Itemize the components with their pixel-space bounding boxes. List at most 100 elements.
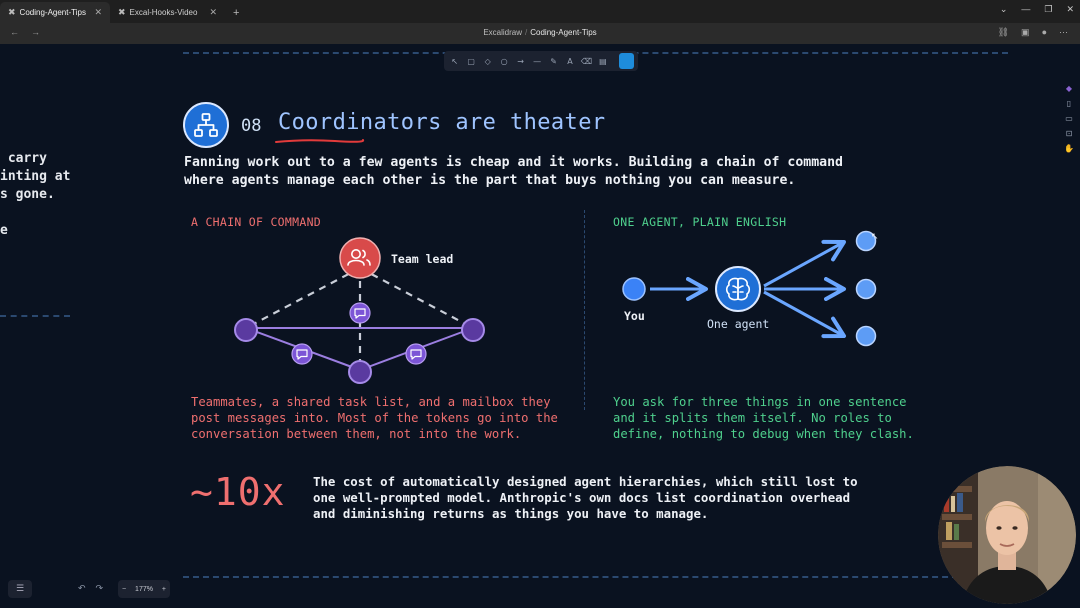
stat-line: one well-prompted model. Anthropic's own… xyxy=(313,490,851,505)
close-tab-icon[interactable]: ✕ xyxy=(209,7,217,18)
frame-tool-icon[interactable]: ▤ xyxy=(596,54,609,68)
zoom-level[interactable]: 177% xyxy=(135,586,153,593)
excalidraw-icon: ✖ xyxy=(118,7,126,17)
stat-line: The cost of automatically designed agent… xyxy=(313,474,858,489)
fragment-line: s gone. xyxy=(0,187,55,202)
selection-tool-icon[interactable]: ↖ xyxy=(448,54,461,68)
zoom-out-button[interactable]: − xyxy=(122,586,126,593)
menu-icon[interactable]: ⋯ xyxy=(1059,27,1068,38)
fragment-line: inting at xyxy=(0,169,71,184)
tab-excal-hooks-video[interactable]: ✖ Excal-Hooks-Video ✕ xyxy=(110,2,225,23)
caption-line: post messages into. Most of the tokens g… xyxy=(191,411,558,425)
section-number: 08 xyxy=(241,116,262,136)
main-menu-button[interactable]: ☰ xyxy=(8,580,32,598)
close-tab-icon[interactable]: ✕ xyxy=(94,7,102,18)
ellipse-tool-icon[interactable]: ○ xyxy=(497,54,510,68)
one-agent-caption: You ask for three things in one sentence… xyxy=(613,394,914,442)
team-lead-label: Team lead xyxy=(391,252,453,266)
chain-caption: Teammates, a shared task list, and a mai… xyxy=(191,394,558,442)
text-tool-icon[interactable]: A xyxy=(563,54,576,68)
cursor-icon: ↖ xyxy=(871,232,879,242)
lead-line: where agents manage each other is the pa… xyxy=(184,173,796,188)
chain-of-command-diagram: Team lead xyxy=(234,237,485,384)
side-panel-tools: ◆ ▯ ▭ ⊡ ✋ xyxy=(1062,84,1076,153)
new-tab-button[interactable]: + xyxy=(225,2,247,23)
diamond-tool-icon[interactable]: ◇ xyxy=(481,54,494,68)
pencil-tool-icon[interactable]: ✎ xyxy=(547,54,560,68)
undo-icon[interactable]: ↶ xyxy=(78,584,86,594)
breadcrumb-separator: / xyxy=(525,28,528,37)
breadcrumb-current: Coding-Agent-Tips xyxy=(530,28,597,37)
minimize-icon[interactable]: — xyxy=(1021,4,1030,15)
tab-title: Coding-Agent-Tips xyxy=(19,8,86,17)
dashed-link xyxy=(245,267,361,329)
one-agent-node-label: One agent xyxy=(707,317,769,331)
address-actions: ⛓ ▣ ● ⋯ xyxy=(998,27,1068,38)
you-label: You xyxy=(624,309,645,323)
offscreen-text-fragment: carry inting at s gone. e xyxy=(0,150,70,240)
caption-line: Teammates, a shared task list, and a mai… xyxy=(191,395,551,409)
lock-icon[interactable]: ⊡ xyxy=(1066,129,1073,138)
book-icon[interactable]: ▭ xyxy=(1065,114,1073,123)
section-lead: Fanning work out to a few agents is chea… xyxy=(184,154,904,190)
message-icon xyxy=(291,343,313,365)
team-lead-node xyxy=(339,237,381,279)
chain-of-command-label: A CHAIN OF COMMAND xyxy=(191,215,322,229)
cost-stat-value: ~10x xyxy=(190,470,286,514)
title-underline xyxy=(275,139,365,143)
restore-icon[interactable]: ❐ xyxy=(1044,4,1052,15)
teammate-node xyxy=(461,318,485,342)
one-agent-diagram: ↖ You One agent xyxy=(622,230,879,347)
arrow-tool-icon[interactable]: → xyxy=(514,54,527,68)
stat-line: and diminishing returns as things you ha… xyxy=(313,506,709,521)
fragment-line: e xyxy=(0,223,8,238)
split-arrow xyxy=(763,290,846,339)
split-arrow xyxy=(763,239,846,288)
frame-left-border xyxy=(0,315,70,317)
fragment-line: carry xyxy=(0,151,47,166)
lead-line: Fanning work out to a few agents is chea… xyxy=(184,155,843,170)
you-node xyxy=(622,277,646,301)
section-title: Coordinators are theater xyxy=(278,110,606,135)
redo-icon[interactable]: ↷ xyxy=(96,584,104,594)
task-node xyxy=(855,325,877,347)
document-icon[interactable]: ▯ xyxy=(1067,99,1071,108)
rectangle-tool-icon[interactable]: ▢ xyxy=(464,54,477,68)
address-bar: ← → Excalidraw / Coding-Agent-Tips ⛓ ▣ ● ⋯ xyxy=(0,23,1080,44)
browser-tab-bar: ✖ Coding-Agent-Tips ✕ ✖ Excal-Hooks-Vide… xyxy=(0,0,1080,23)
hierarchy-icon xyxy=(183,102,229,148)
drawing-toolbar: ↖ ▢ ◇ ○ → — ✎ A ⌫ ▤ xyxy=(444,51,638,71)
link-icon[interactable]: ⛓ xyxy=(998,27,1009,38)
tab-list-icon[interactable]: ⌄ xyxy=(1000,4,1008,15)
profile-icon[interactable]: ● xyxy=(1042,27,1047,38)
message-icon xyxy=(405,343,427,365)
fragment-line xyxy=(0,204,70,222)
caption-line: define, nothing to debug when they clash… xyxy=(613,427,914,441)
caption-line: You ask for three things in one sentence xyxy=(613,395,907,409)
line-tool-icon[interactable]: — xyxy=(530,54,543,68)
teammate-node xyxy=(348,360,372,384)
hamburger-icon: ☰ xyxy=(15,584,25,594)
panel-divider xyxy=(584,210,585,410)
hand-icon[interactable]: ✋ xyxy=(1064,144,1074,153)
close-window-icon[interactable]: ✕ xyxy=(1066,4,1074,15)
save-icon[interactable]: ▣ xyxy=(1021,27,1030,38)
dashed-link xyxy=(359,267,474,329)
caption-line: conversation between them, not into the … xyxy=(191,427,522,441)
breadcrumb: Excalidraw / Coding-Agent-Tips xyxy=(0,28,1080,37)
tab-title: Excal-Hooks-Video xyxy=(129,8,198,17)
zoom-in-button[interactable]: + xyxy=(162,586,166,593)
caption-line: and it splits them itself. No roles to xyxy=(613,411,892,425)
undo-redo-group: ↶ ↷ xyxy=(78,580,103,598)
message-icon xyxy=(349,302,371,324)
breadcrumb-root[interactable]: Excalidraw xyxy=(483,28,522,37)
ai-icon[interactable]: ◆ xyxy=(1066,84,1072,93)
tab-coding-agent-tips[interactable]: ✖ Coding-Agent-Tips ✕ xyxy=(0,2,110,23)
eraser-tool-icon[interactable]: ⌫ xyxy=(580,54,593,68)
task-node xyxy=(855,278,877,300)
cost-stat-text: The cost of automatically designed agent… xyxy=(313,474,858,522)
excalidraw-canvas[interactable]: ↖ ▢ ◇ ○ → — ✎ A ⌫ ▤ ◆ ▯ ▭ ⊡ ✋ carry intin… xyxy=(0,44,1080,608)
library-tool-icon[interactable] xyxy=(618,53,635,69)
frame-bottom-border xyxy=(183,576,1008,578)
teammate-node xyxy=(234,318,258,342)
